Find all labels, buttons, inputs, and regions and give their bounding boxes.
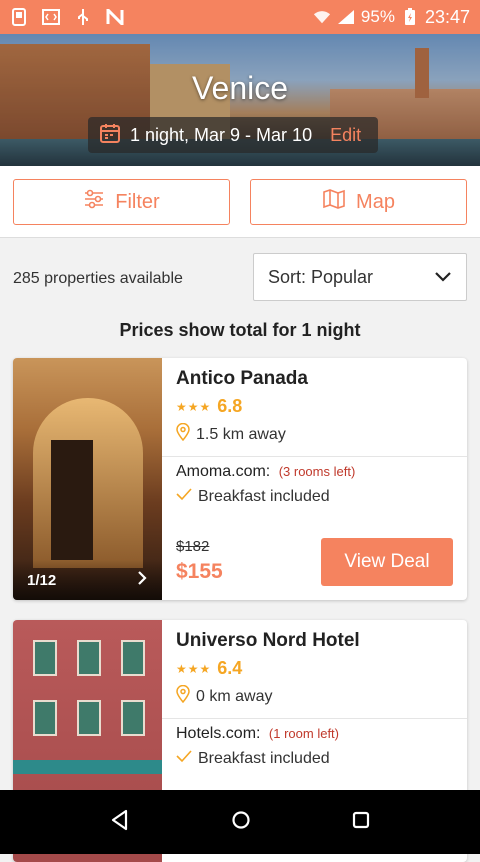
check-icon [176, 749, 192, 768]
chevron-down-icon [434, 267, 452, 288]
hotel-card[interactable]: 1/12 Antico Panada ★★★ 6.8 1.5 km away A… [13, 358, 467, 600]
code-icon [42, 8, 60, 26]
hotel-photo[interactable]: 1/12 [13, 358, 162, 600]
hotel-name[interactable]: Antico Panada [176, 368, 467, 390]
distance-text: 0 km away [196, 687, 273, 705]
distance-text: 1.5 km away [196, 425, 286, 443]
usb-icon [74, 8, 92, 26]
provider-name: Hotels.com: [176, 725, 261, 742]
filter-label: Filter [115, 190, 160, 213]
status-bar: 95% 23:47 [0, 0, 480, 34]
star-rating-icon: ★★★ [176, 661, 212, 676]
action-bar: Filter Map [0, 166, 480, 238]
battery-percent: 95% [360, 7, 395, 26]
original-price: $182 [176, 538, 210, 555]
photo-carousel-controls: 1/12 [13, 560, 162, 600]
chevron-right-icon[interactable] [136, 570, 148, 590]
calendar-icon [100, 123, 120, 148]
sliders-icon [83, 188, 105, 216]
amenity-text: Breakfast included [198, 749, 330, 767]
provider-row: Hotels.com: (1 room left) [176, 725, 467, 743]
map-button[interactable]: Map [250, 179, 467, 225]
provider-row: Amoma.com: (3 rooms left) [176, 463, 467, 481]
date-range: 1 night, Mar 9 - Mar 10 [130, 124, 313, 145]
property-count: 285 properties available [13, 270, 183, 287]
rooms-left: (1 room left) [268, 726, 339, 741]
sort-label: Sort: Popular [268, 266, 374, 287]
rating-row: ★★★ 6.8 [176, 396, 467, 417]
rooms-left: (3 rooms left) [278, 464, 356, 479]
city-title: Venice [191, 70, 289, 106]
provider-name: Amoma.com: [176, 463, 271, 480]
location-pin-icon [176, 422, 190, 446]
sort-dropdown[interactable]: Sort: Popular [253, 253, 467, 301]
recents-icon[interactable] [352, 811, 370, 834]
filter-button[interactable]: Filter [13, 179, 230, 225]
n-icon [106, 8, 124, 26]
review-score: 6.8 [217, 396, 243, 416]
amenity-row: Breakfast included [176, 487, 467, 506]
map-icon [322, 188, 346, 216]
amenity-text: Breakfast included [198, 487, 330, 505]
battery-icon [401, 8, 419, 26]
results-header: 285 properties available Sort: Popular [0, 238, 480, 318]
wifi-icon [313, 8, 331, 26]
hotel-info: Antico Panada ★★★ 6.8 1.5 km away Amoma.… [162, 358, 467, 600]
sim-icon [10, 8, 28, 26]
view-deal-button[interactable]: View Deal [321, 538, 453, 586]
rating-row: ★★★ 6.4 [176, 658, 467, 679]
system-nav-bar [0, 790, 480, 854]
divider [162, 456, 467, 457]
price-note: Prices show total for 1 night [119, 320, 361, 340]
photo-counter: 1/12 [27, 571, 57, 589]
review-score: 6.4 [217, 658, 243, 678]
home-icon[interactable] [231, 810, 251, 835]
distance-row: 0 km away [176, 684, 467, 708]
star-rating-icon: ★★★ [176, 399, 212, 414]
signal-icon [337, 8, 355, 26]
hotel-name[interactable]: Universo Nord Hotel [176, 630, 467, 652]
amenity-row: Breakfast included [176, 749, 467, 768]
back-icon[interactable] [110, 809, 130, 836]
location-pin-icon [176, 684, 190, 708]
check-icon [176, 487, 192, 506]
date-selector[interactable]: 1 night, Mar 9 - Mar 10 Edit [88, 117, 378, 153]
divider [162, 718, 467, 719]
clock: 23:47 [424, 6, 470, 27]
edit-dates-link[interactable]: Edit [330, 125, 361, 146]
distance-row: 1.5 km away [176, 422, 467, 446]
deal-price: $155 [176, 560, 223, 583]
hero-banner: Venice 1 night, Mar 9 - Mar 10 Edit [0, 34, 480, 166]
map-label: Map [356, 190, 395, 213]
